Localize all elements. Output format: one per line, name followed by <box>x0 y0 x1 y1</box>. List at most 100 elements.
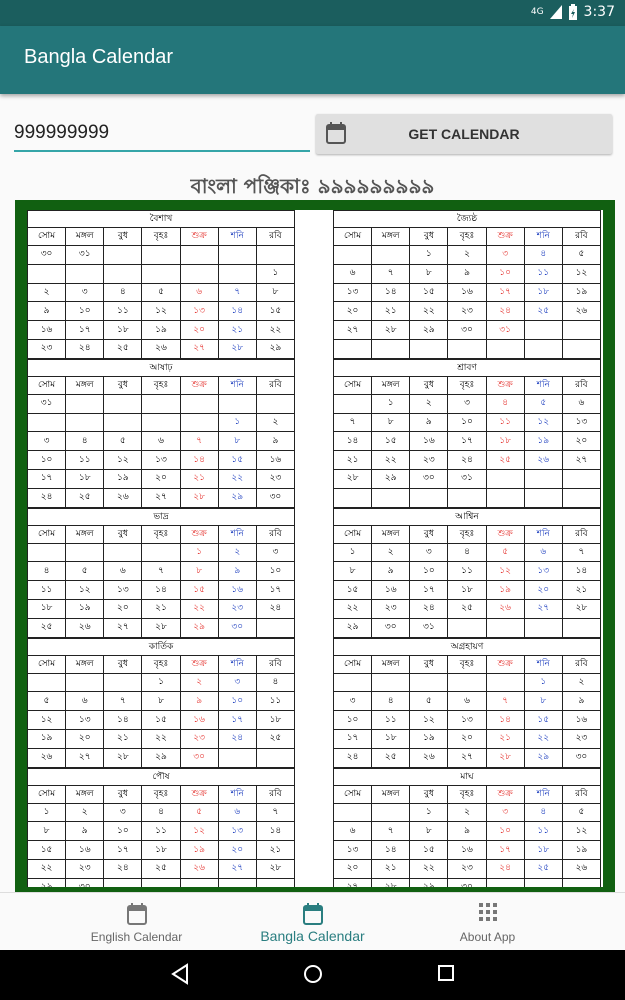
weekday-header-row: সোম মঙ্গল বুধ বৃহঃ শুক্র শনি রবি <box>27 524 296 544</box>
day-cell <box>447 617 487 638</box>
day-cell <box>485 468 525 489</box>
year-input[interactable] <box>14 118 310 148</box>
weekday-cell: শুক্র <box>179 784 219 804</box>
nav-bangla-calendar[interactable]: Bangla Calendar <box>225 893 400 951</box>
day-cell: ৩১ <box>447 468 487 489</box>
weekday-cell: মঙ্গল <box>371 784 411 804</box>
week-row: ৩৪৫৬৭৮৯ <box>332 691 602 712</box>
week-row: ২৪ ২৫ ২৬ ২৭ ২৮ ২৯ ৩০ <box>332 747 602 768</box>
day-cell: ৯ <box>65 821 105 842</box>
day-cell: ১৪ <box>371 282 411 303</box>
recents-icon[interactable] <box>436 963 456 987</box>
day-cell: ২৭ <box>561 450 602 470</box>
day-cell: ৭ <box>103 691 143 712</box>
weekday-cell: বৃহঃ <box>141 654 181 674</box>
weekday-header-row: সোম মঙ্গল বুধ বৃহঃ শুক্র শনি রবি <box>27 375 296 395</box>
day-cell: ১২ <box>65 580 105 600</box>
day-cell: ১০ <box>447 412 487 433</box>
weekday-cell: মঙ্গল <box>65 375 105 395</box>
day-cell: ২৫ <box>447 598 487 619</box>
day-cell: ২১ <box>561 580 602 600</box>
day-cell: ৯ <box>447 263 487 284</box>
month-title: জ্যৈষ্ঠ <box>333 210 601 227</box>
day-cell <box>332 672 373 693</box>
weekday-cell: শনি <box>217 654 257 674</box>
week-row: ৬ ৭ ৮ ৯ ১০ ১১ ১২ <box>332 263 602 284</box>
day-cell: ১৪ <box>255 821 296 842</box>
day-cell: ৪ <box>523 802 563 823</box>
day-cell <box>447 487 487 508</box>
day-cell: ২২ <box>141 728 181 749</box>
day-cell: ২৯ <box>141 747 181 768</box>
day-cell <box>485 617 525 638</box>
day-cell: ১৭ <box>255 580 296 600</box>
get-calendar-label: GET CALENDAR <box>408 126 520 142</box>
day-cell: ২৮ <box>179 487 219 508</box>
weekday-cell: বৃহঃ <box>447 375 487 395</box>
day-cell: ২২ <box>217 468 257 489</box>
day-cell: ২৩ <box>217 598 257 619</box>
weekday-cell: বৃহঃ <box>141 227 181 246</box>
weekday-cell: সোম <box>332 227 373 246</box>
day-cell <box>485 877 525 887</box>
week-row: ৮ ৯ ১০ ১১ ১২ ১৩ ১৪ <box>27 821 296 842</box>
back-icon[interactable] <box>170 963 190 989</box>
day-cell <box>371 802 411 823</box>
day-cell <box>65 263 105 284</box>
nav-about-app[interactable]: About App <box>400 893 575 951</box>
day-cell: ২৪ <box>103 858 143 879</box>
weekday-cell: বৃহঃ <box>141 524 181 544</box>
weekday-cell: সোম <box>27 654 67 674</box>
weekday-cell: সোম <box>332 524 373 544</box>
day-cell: ১ <box>255 263 296 284</box>
day-cell: ১৪ <box>141 580 181 600</box>
nav-english-calendar[interactable]: English Calendar <box>49 893 224 951</box>
week-row: ২২ ২৩ ২৪ ২৫ ২৬ ২৭ ২৮ <box>27 858 296 879</box>
week-row: ২১ ২২ ২৩ ২৪ ২৫ ২৬ ২৭ <box>332 450 602 470</box>
day-cell: ৩০ <box>179 747 219 768</box>
day-cell: ১৮ <box>65 468 105 489</box>
day-cell: ১৪ <box>371 840 411 860</box>
week-row: ১২ <box>332 672 602 693</box>
weekday-header-row: সোম মঙ্গল বুধ বৃহঃ শুক্র শনি রবি <box>27 654 296 674</box>
day-cell: ৮ <box>409 821 449 842</box>
home-icon[interactable] <box>302 963 324 989</box>
month-title: বৈশাখ <box>27 210 295 227</box>
day-cell: ২০ <box>103 598 143 619</box>
day-cell: ২০ <box>179 320 219 340</box>
day-cell: ২৩ <box>179 728 219 749</box>
weekday-header-row: সোম মঙ্গল বুধ বৃহঃ শুক্র শনি রবি <box>332 784 602 804</box>
day-cell <box>141 393 181 414</box>
get-calendar-button[interactable]: GET CALENDAR <box>316 114 612 154</box>
day-cell: ১৯ <box>561 840 602 860</box>
nav-english-calendar-label: English Calendar <box>90 930 183 944</box>
day-cell: ২৫ <box>65 487 105 508</box>
day-cell: ৩ <box>485 245 525 265</box>
day-cell: ২২ <box>409 858 449 879</box>
week-row: ১০ ১১ ১২ ১৩ ১৪ ১৫ ১৬ <box>27 450 296 470</box>
weekday-cell: শুক্র <box>179 227 219 246</box>
week-row: ১ <box>27 263 296 284</box>
weekday-cell: শনি <box>523 784 563 804</box>
day-cell: ২১ <box>332 450 373 470</box>
day-cell: ২২ <box>371 450 411 470</box>
day-cell: ১০ <box>409 561 449 582</box>
weekday-cell: বুধ <box>103 524 143 544</box>
day-cell: ৭ <box>371 263 411 284</box>
weekday-cell: রবি <box>561 227 602 246</box>
day-cell: ১৯ <box>179 840 219 860</box>
day-cell: ১৩ <box>447 710 487 730</box>
day-cell: ৬ <box>332 821 373 842</box>
week-row: ১২৩৪৫৬ <box>332 393 602 414</box>
day-cell <box>141 877 181 887</box>
day-cell: ২৪ <box>409 598 449 619</box>
week-row: ২০ ২১ ২২ ২৩ ২৪ ২৫ ২৬ <box>332 858 602 879</box>
system-navigation-bar <box>0 950 625 1000</box>
week-row: ৩১ <box>27 393 296 414</box>
day-cell <box>141 263 181 284</box>
day-cell: ১৯ <box>523 431 563 452</box>
day-cell: ৬ <box>141 431 181 452</box>
day-cell: ৯ <box>179 691 219 712</box>
day-cell: ১০ <box>65 301 105 322</box>
day-cell: ৪ <box>65 431 105 452</box>
